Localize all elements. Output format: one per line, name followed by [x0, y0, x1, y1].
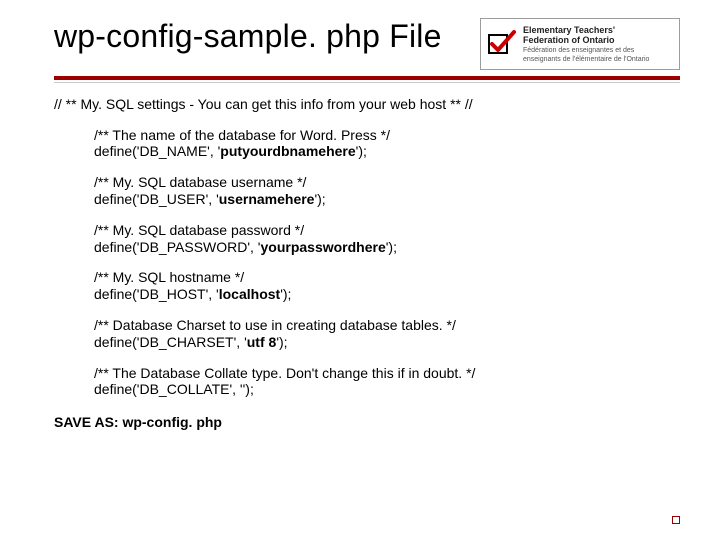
define-comment: /** My. SQL database password */ [94, 222, 680, 239]
define-line: define('DB_CHARSET', 'utf 8'); [94, 334, 680, 351]
define-line: define('DB_USER', 'usernamehere'); [94, 191, 680, 208]
define-comment: /** The Database Collate type. Don't cha… [94, 365, 680, 382]
define-block: /** Database Charset to use in creating … [94, 317, 680, 351]
slide-bullet-icon [672, 516, 680, 524]
define-prefix: define('DB_USER', ' [94, 191, 219, 207]
header-row: wp-config-sample. php File Elementary Te… [54, 18, 680, 70]
define-prefix: define('DB_NAME', ' [94, 143, 220, 159]
define-prefix: define('DB_HOST', ' [94, 286, 219, 302]
define-comment: /** Database Charset to use in creating … [94, 317, 680, 334]
define-value: utf 8 [247, 334, 277, 350]
define-suffix: '); [386, 239, 397, 255]
logo-line-4: enseignants de l'élémentaire de l'Ontari… [523, 56, 649, 64]
etfo-logo: Elementary Teachers' Federation of Ontar… [480, 18, 680, 70]
define-prefix: define('DB_PASSWORD', ' [94, 239, 260, 255]
save-as-line: SAVE AS: wp-config. php [54, 414, 680, 431]
define-suffix: '); [243, 381, 254, 397]
define-blocks: /** The name of the database for Word. P… [54, 127, 680, 399]
define-block: /** My. SQL database password */ define(… [94, 222, 680, 256]
define-prefix: define('DB_CHARSET', ' [94, 334, 247, 350]
lead-comment: // ** My. SQL settings - You can get thi… [54, 96, 680, 113]
define-line: define('DB_HOST', 'localhost'); [94, 286, 680, 303]
logo-line-1: Elementary Teachers' [523, 25, 649, 35]
slide: wp-config-sample. php File Elementary Te… [0, 0, 720, 540]
define-block: /** The Database Collate type. Don't cha… [94, 365, 680, 399]
define-suffix: '); [356, 143, 367, 159]
logo-line-2: Federation of Ontario [523, 35, 649, 45]
body: // ** My. SQL settings - You can get thi… [54, 96, 680, 431]
define-suffix: '); [276, 334, 287, 350]
define-comment: /** My. SQL database username */ [94, 174, 680, 191]
page-title: wp-config-sample. php File [54, 18, 468, 55]
checkbox-logo-icon [487, 29, 517, 59]
logo-text: Elementary Teachers' Federation of Ontar… [523, 25, 649, 64]
define-block: /** My. SQL database username */ define(… [94, 174, 680, 208]
define-block: /** The name of the database for Word. P… [94, 127, 680, 161]
define-line: define('DB_COLLATE', ''); [94, 381, 680, 398]
define-comment: /** The name of the database for Word. P… [94, 127, 680, 144]
define-value: putyourdbnamehere [220, 143, 355, 159]
define-comment: /** My. SQL hostname */ [94, 269, 680, 286]
define-value: usernamehere [219, 191, 315, 207]
define-line: define('DB_PASSWORD', 'yourpasswordhere'… [94, 239, 680, 256]
logo-line-3: Fédération des enseignantes et des [523, 47, 649, 55]
define-value: yourpasswordhere [260, 239, 385, 255]
define-suffix: '); [314, 191, 325, 207]
title-rule [54, 76, 680, 80]
define-prefix: define('DB_COLLATE', ' [94, 381, 243, 397]
define-suffix: '); [280, 286, 291, 302]
define-line: define('DB_NAME', 'putyourdbnamehere'); [94, 143, 680, 160]
define-block: /** My. SQL hostname */ define('DB_HOST'… [94, 269, 680, 303]
define-value: localhost [219, 286, 280, 302]
